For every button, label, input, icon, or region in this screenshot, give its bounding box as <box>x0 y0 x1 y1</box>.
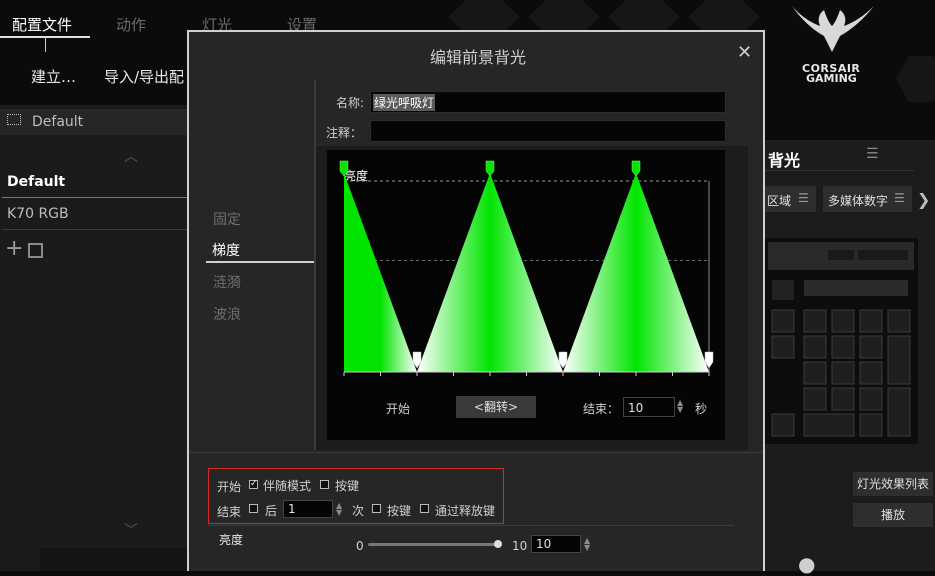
tab-profiles[interactable]: 配置文件 <box>12 14 72 35</box>
gradient-segment <box>563 173 709 372</box>
profile-item-k70[interactable]: K70 RGB <box>7 206 69 222</box>
brightness-min: 0 <box>356 539 364 553</box>
background-hexagon <box>608 0 680 34</box>
after-count-stepper[interactable]: ▲ ▼ <box>336 502 342 517</box>
effect-gradient[interactable]: 梯度 <box>212 240 240 260</box>
end-time-stepper[interactable]: ▲ ▼ <box>677 399 683 414</box>
modal-bottom-divider <box>189 452 763 453</box>
media-menu-icon: ☰ <box>894 191 905 205</box>
brightness-max: 10 <box>512 539 528 553</box>
brightness-label: 亮度 <box>219 533 244 547</box>
dialog-title: 编辑前景背光 <box>429 48 526 67</box>
with-mode-label: 伴随模式 <box>263 479 312 493</box>
effect-ripple[interactable]: 涟漪 <box>213 272 241 292</box>
effect-wave[interactable]: 波浪 <box>213 304 241 324</box>
bottom-strip <box>40 548 188 571</box>
tab-actions[interactable]: 动作 <box>116 14 146 35</box>
keyframe-marker <box>631 160 641 177</box>
add-profile-icon[interactable]: + <box>5 238 23 260</box>
gradient-segment <box>344 173 417 372</box>
flip-button[interactable]: <翻转> <box>456 396 536 418</box>
corsair-logo-icon <box>792 6 874 52</box>
brightness-stepper[interactable]: ▲ ▼ <box>584 537 590 552</box>
zone-label: 区域 <box>767 194 792 208</box>
profile-item-default[interactable]: Default <box>7 174 65 190</box>
name-field[interactable]: 绿光呼吸灯 <box>370 91 726 113</box>
brightness-slider-track[interactable] <box>368 543 502 546</box>
effect-list-button[interactable]: 灯光效果列表 <box>853 472 933 496</box>
media-label: 多媒体数字 <box>828 194 889 208</box>
section-header-line <box>764 170 914 171</box>
paw-icon: ● <box>798 552 816 576</box>
end-key-label: 按键 <box>387 504 412 518</box>
background-hexagon <box>448 0 520 34</box>
start-key-checkbox[interactable] <box>320 480 329 489</box>
gradient-graph[interactable] <box>327 150 725 390</box>
effect-selected-underline <box>206 261 314 263</box>
selected-profile-label: Default <box>32 114 84 130</box>
brightness-divider <box>208 525 734 526</box>
times-label: 次 <box>352 504 365 518</box>
with-mode-checkbox[interactable]: ✓ <box>249 480 258 489</box>
background-hexagon <box>528 0 600 34</box>
zone-menu-icon: ☰ <box>798 191 809 205</box>
keyframe-marker <box>485 160 495 177</box>
end-after-checkbox[interactable] <box>249 504 258 513</box>
brightness-input[interactable]: 10 <box>531 535 581 553</box>
end-time-input[interactable]: 10 <box>623 397 675 417</box>
keyboard-icon <box>7 114 21 125</box>
scroll-up-icon[interactable]: ︿ <box>124 146 138 166</box>
import-export-button[interactable]: 导入/导出配 <box>104 66 184 87</box>
gradient-segment <box>417 173 563 372</box>
keyframe-marker <box>339 160 349 177</box>
brand-gaming: GAMING <box>806 72 857 85</box>
background-hexagon <box>688 0 760 34</box>
start-key-label: 按键 <box>335 479 360 493</box>
play-button[interactable]: 播放 <box>853 503 933 527</box>
seconds-unit: 秒 <box>695 402 708 416</box>
trigger-start-label: 开始 <box>217 480 242 494</box>
lighting-section-title: 背光 <box>768 151 801 170</box>
release-key-checkbox[interactable] <box>420 504 429 513</box>
graph-start-label: 开始 <box>386 402 411 416</box>
close-icon[interactable]: ✕ <box>737 42 752 63</box>
end-key-checkbox[interactable] <box>372 504 381 513</box>
keyboard-keys-illustration <box>768 242 914 437</box>
section-menu-icon[interactable]: ☰ <box>866 146 879 162</box>
next-arrow-icon[interactable]: ❯ <box>917 190 930 209</box>
active-tab-marker <box>45 36 46 52</box>
scroll-down-icon[interactable]: ﹀ <box>124 520 138 540</box>
trigger-end-label: 结束 <box>217 505 242 519</box>
import-profile-icon[interactable] <box>28 243 43 258</box>
background-hexagon <box>896 56 935 102</box>
name-label: 名称: <box>336 96 365 110</box>
effect-static[interactable]: 固定 <box>213 209 241 229</box>
release-key-label: 通过释放键 <box>435 504 496 518</box>
create-profile-button[interactable]: 建立… <box>31 66 76 87</box>
brightness-slider-thumb[interactable] <box>494 540 502 548</box>
graph-end-label: 结束： <box>583 402 620 416</box>
note-field[interactable] <box>370 120 726 142</box>
note-label: 注释： <box>326 126 363 140</box>
profile-divider <box>2 229 187 230</box>
after-count-input[interactable]: 1 <box>283 500 333 518</box>
profile-divider <box>2 197 187 198</box>
after-label: 后 <box>265 504 278 518</box>
selected-profile-bar <box>0 109 187 135</box>
name-value: 绿光呼吸灯 <box>373 94 436 111</box>
